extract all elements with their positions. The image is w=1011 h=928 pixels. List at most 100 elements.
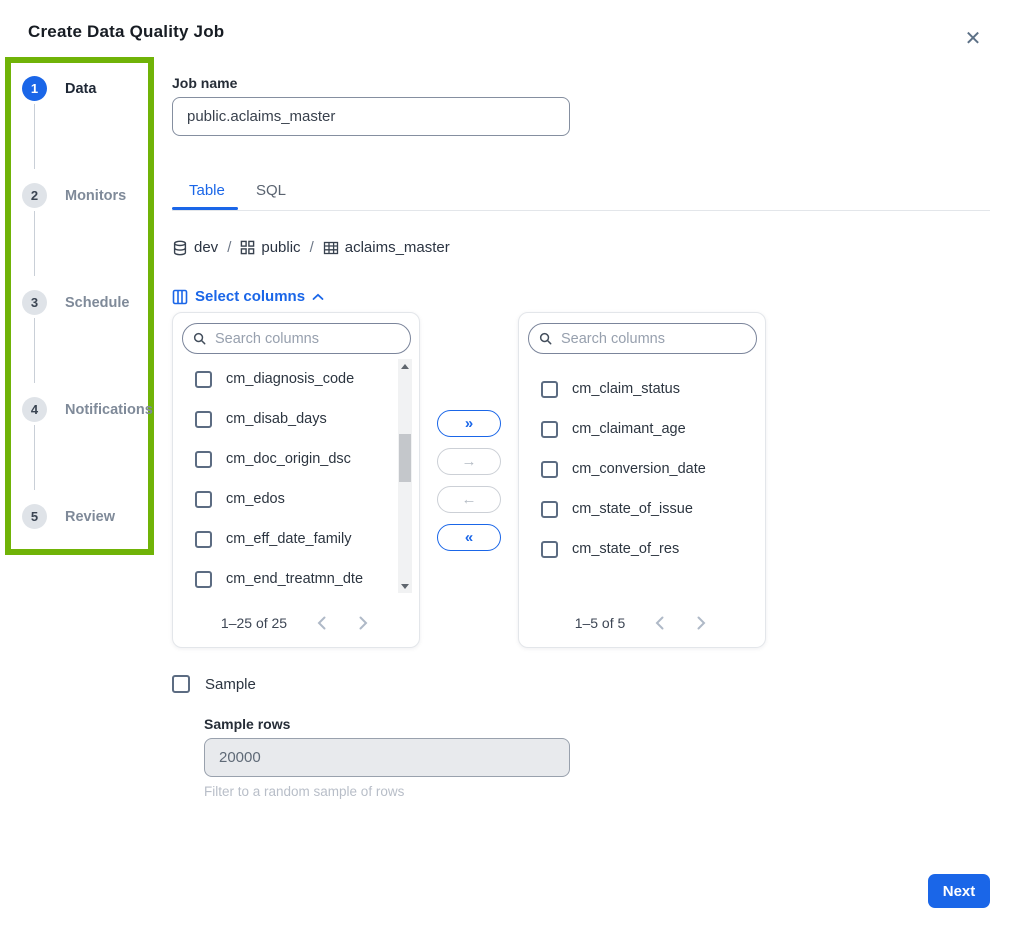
next-button[interactable]: Next — [928, 874, 990, 908]
column-label: cm_eff_date_family — [226, 531, 351, 547]
available-search-input[interactable] — [213, 330, 400, 348]
tab-table[interactable]: Table — [189, 182, 225, 199]
sample-rows-label: Sample rows — [204, 716, 290, 732]
step-label: Schedule — [65, 295, 129, 311]
select-columns-toggle[interactable]: Select columns — [172, 288, 324, 305]
close-icon[interactable]: ✕ — [960, 26, 986, 52]
step-connector — [34, 318, 35, 383]
stepper-item-schedule[interactable]: 3 Schedule — [22, 290, 129, 315]
column-checkbox[interactable] — [541, 381, 558, 398]
available-column-list: cm_diagnosis_code cm_disab_days cm_doc_o… — [173, 359, 419, 599]
sample-checkbox-label: Sample — [205, 676, 256, 693]
column-label: cm_end_treatmn_dte — [226, 571, 363, 587]
stepper-item-data[interactable]: 1 Data — [22, 76, 96, 101]
sample-rows-input[interactable] — [204, 738, 570, 777]
step-label: Monitors — [65, 188, 126, 204]
columns-icon — [172, 289, 188, 305]
column-checkbox[interactable] — [195, 531, 212, 548]
breadcrumb-database[interactable]: dev — [172, 239, 218, 256]
tab-sql[interactable]: SQL — [256, 182, 286, 199]
create-data-quality-job-dialog: Create Data Quality Job ✕ 1 Data 2 Monit… — [0, 0, 1011, 928]
column-row[interactable]: cm_claimant_age — [519, 409, 765, 449]
prev-page-icon[interactable] — [313, 615, 329, 631]
column-label: cm_doc_origin_dsc — [226, 451, 351, 467]
move-all-right-button[interactable]: » — [437, 410, 501, 437]
selected-search-input[interactable] — [559, 330, 746, 348]
available-pagination: 1–25 of 25 — [173, 615, 419, 631]
step-label: Data — [65, 81, 96, 97]
breadcrumb-schema[interactable]: public — [240, 239, 300, 256]
step-label: Review — [65, 509, 115, 525]
column-row[interactable]: cm_eff_date_family — [173, 519, 419, 559]
step-number-badge: 5 — [22, 504, 47, 529]
column-checkbox[interactable] — [195, 371, 212, 388]
sample-helper-text: Filter to a random sample of rows — [204, 784, 404, 799]
step-number-badge: 4 — [22, 397, 47, 422]
selected-pagination: 1–5 of 5 — [519, 615, 765, 631]
chevron-up-icon — [312, 293, 324, 301]
move-all-left-button[interactable]: « — [437, 524, 501, 551]
step-connector — [34, 104, 35, 169]
column-checkbox[interactable] — [195, 571, 212, 588]
column-label: cm_disab_days — [226, 411, 327, 427]
available-columns-panel: cm_diagnosis_code cm_disab_days cm_doc_o… — [172, 312, 420, 648]
column-row[interactable]: cm_state_of_res — [519, 529, 765, 569]
table-icon — [323, 240, 339, 256]
column-row[interactable]: cm_doc_origin_dsc — [173, 439, 419, 479]
move-right-button[interactable]: → — [437, 448, 501, 475]
step-number-badge: 1 — [22, 76, 47, 101]
column-checkbox[interactable] — [541, 541, 558, 558]
sample-checkbox[interactable] — [172, 675, 190, 693]
search-icon — [193, 332, 206, 345]
step-number-badge: 3 — [22, 290, 47, 315]
pagination-range: 1–5 of 5 — [575, 615, 626, 631]
breadcrumb-table[interactable]: aclaims_master — [323, 239, 450, 256]
page-title: Create Data Quality Job — [28, 22, 224, 42]
stepper-item-monitors[interactable]: 2 Monitors — [22, 183, 126, 208]
step-label: Notifications — [65, 402, 153, 418]
schema-icon — [240, 240, 255, 255]
column-checkbox[interactable] — [541, 421, 558, 438]
column-row[interactable]: cm_conversion_date — [519, 449, 765, 489]
breadcrumb-separator: / — [308, 239, 316, 256]
column-checkbox[interactable] — [541, 461, 558, 478]
scroll-down-icon[interactable] — [398, 579, 412, 593]
select-columns-label: Select columns — [195, 288, 305, 305]
column-row[interactable]: cm_claim_status — [519, 369, 765, 409]
next-page-icon[interactable] — [693, 615, 709, 631]
column-row[interactable]: cm_diagnosis_code — [173, 359, 419, 399]
column-checkbox[interactable] — [195, 491, 212, 508]
selected-search-box — [528, 323, 757, 354]
move-left-button[interactable]: ← — [437, 486, 501, 513]
breadcrumb: dev / public / aclaims_master — [172, 239, 450, 256]
job-name-input[interactable] — [172, 97, 570, 136]
column-checkbox[interactable] — [541, 501, 558, 518]
column-checkbox[interactable] — [195, 411, 212, 428]
selected-column-list: cm_claim_status cm_claimant_age cm_conve… — [519, 369, 765, 569]
column-label: cm_diagnosis_code — [226, 371, 354, 387]
column-label: cm_claim_status — [572, 381, 680, 397]
scrollbar-thumb[interactable] — [399, 434, 411, 482]
step-connector — [34, 211, 35, 276]
column-row[interactable]: cm_state_of_issue — [519, 489, 765, 529]
column-row[interactable]: cm_end_treatmn_dte — [173, 559, 419, 599]
breadcrumb-schema-label: public — [261, 239, 300, 256]
step-connector — [34, 425, 35, 490]
column-checkbox[interactable] — [195, 451, 212, 468]
stepper-item-notifications[interactable]: 4 Notifications — [22, 397, 153, 422]
available-search-box — [182, 323, 411, 354]
column-label: cm_state_of_res — [572, 541, 679, 557]
column-label: cm_state_of_issue — [572, 501, 693, 517]
list-scrollbar[interactable] — [398, 359, 412, 593]
next-page-icon[interactable] — [355, 615, 371, 631]
job-name-label: Job name — [172, 75, 237, 91]
database-icon — [172, 240, 188, 256]
column-row[interactable]: cm_edos — [173, 479, 419, 519]
sample-checkbox-row[interactable]: Sample — [172, 675, 256, 693]
column-row[interactable]: cm_disab_days — [173, 399, 419, 439]
stepper-item-review[interactable]: 5 Review — [22, 504, 115, 529]
step-number-badge: 2 — [22, 183, 47, 208]
scroll-up-icon[interactable] — [398, 359, 412, 373]
prev-page-icon[interactable] — [651, 615, 667, 631]
search-icon — [539, 332, 552, 345]
